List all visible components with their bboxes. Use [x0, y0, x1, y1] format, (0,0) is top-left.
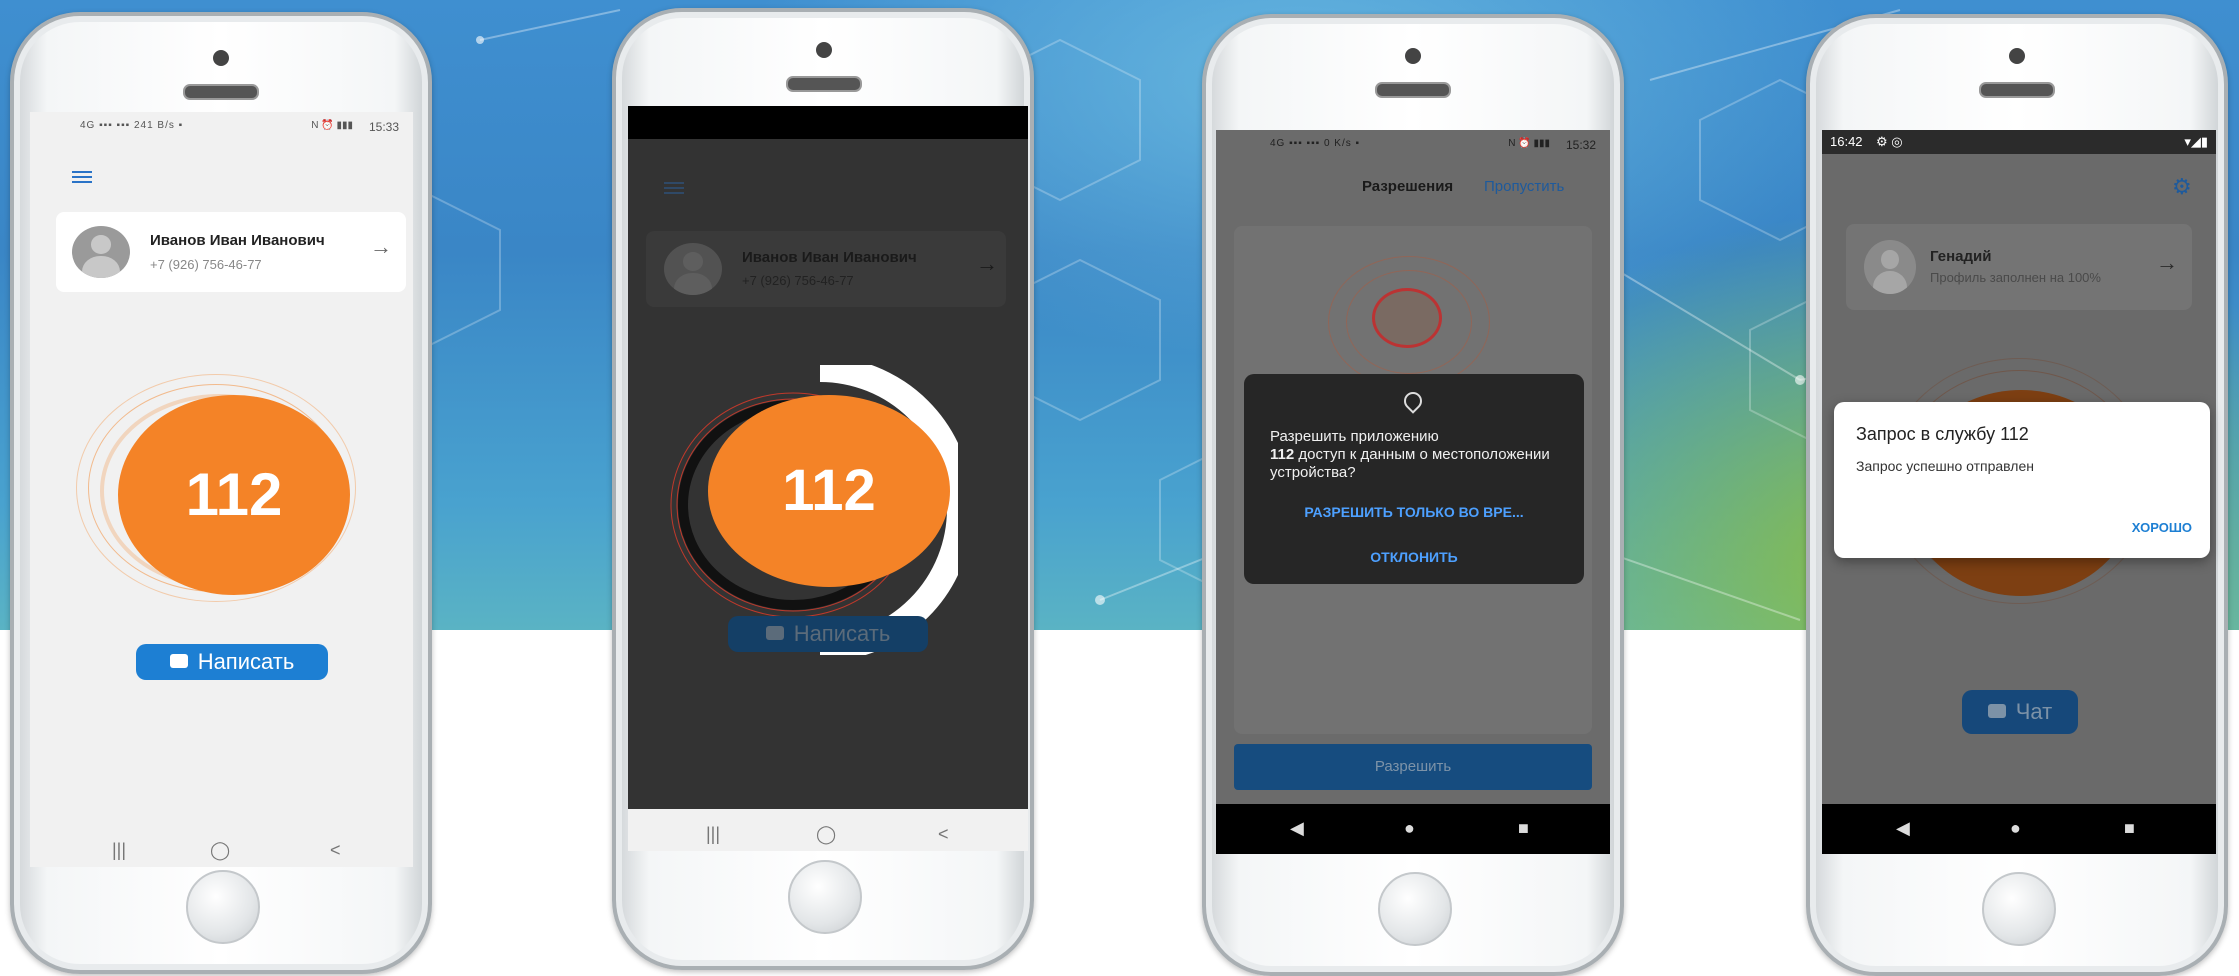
- location-permission-dialog: Разрешить приложению 112 доступ к данным…: [1244, 374, 1584, 584]
- front-camera: [816, 42, 832, 58]
- hardware-home-button[interactable]: [788, 860, 862, 934]
- status-bar: 4G ▪▪▪ ▪▪▪ 241 B/s ▪ N ⏰ ▮▮▮ 15:33: [30, 118, 413, 136]
- phone-1-screen: 4G ▪▪▪ ▪▪▪ 241 B/s ▪ N ⏰ ▮▮▮ 15:33 Ивано…: [30, 112, 413, 867]
- allow-button[interactable]: Разрешить: [1234, 744, 1592, 790]
- sos-112-button[interactable]: 112: [708, 395, 950, 587]
- ok-button[interactable]: ХОРОШО: [2132, 520, 2192, 535]
- hamburger-menu-icon[interactable]: [664, 179, 684, 197]
- recent-apps-icon[interactable]: ■: [2124, 818, 2135, 839]
- chat-icon: [169, 654, 188, 669]
- status-icons: 4G ▪▪▪ ▪▪▪ 241 B/s ▪: [80, 120, 184, 131]
- top-black-bar: [628, 106, 1028, 139]
- avatar: [664, 243, 722, 295]
- dialog-message: Разрешить приложению 112 доступ к данным…: [1270, 428, 1570, 482]
- deny-button[interactable]: ОТКЛОНИТЬ: [1244, 549, 1584, 565]
- profile-card[interactable]: Иванов Иван Иванович +7 (926) 756-46-77 …: [646, 231, 1006, 307]
- status-right-icons: N ⏰ ▮▮▮: [1508, 138, 1550, 149]
- write-button[interactable]: Написать: [728, 616, 928, 652]
- profile-name: Генадий: [1930, 248, 1992, 265]
- front-camera: [2009, 48, 2025, 64]
- allow-while-using-button[interactable]: РАЗРЕШИТЬ ТОЛЬКО ВО ВРЕ...: [1244, 504, 1584, 520]
- status-bar: 4G ▪▪▪ ▪▪▪ 0 K/s ▪ N ⏰ ▮▮▮ 15:32: [1216, 136, 1610, 154]
- profile-card[interactable]: Иванов Иван Иванович +7 (926) 756-46-77 …: [56, 212, 406, 292]
- earpiece-speaker: [1979, 82, 2055, 98]
- chat-button-label: Чат: [2015, 699, 2053, 724]
- arrow-right-icon: →: [370, 234, 392, 259]
- dialog-app-name: 112: [1270, 446, 1295, 463]
- dialog-text-suffix: доступ к данным о местоположении устройс…: [1270, 446, 1550, 481]
- back-icon[interactable]: ◀: [1896, 818, 1910, 839]
- write-button-label: Написать: [197, 649, 295, 674]
- tab-permissions[interactable]: Разрешения: [1362, 178, 1453, 195]
- recent-apps-icon[interactable]: |||: [112, 840, 126, 861]
- request-sent-dialog: Запрос в службу 112 Запрос успешно отпра…: [1834, 402, 2210, 558]
- dialog-message: Запрос успешно отправлен: [1856, 458, 2034, 474]
- phone-2-screen: Иванов Иван Иванович +7 (926) 756-46-77 …: [628, 106, 1028, 851]
- write-button[interactable]: Написать: [136, 644, 328, 680]
- back-icon[interactable]: ◀: [1290, 818, 1304, 839]
- earpiece-speaker: [1375, 82, 1451, 98]
- chat-icon: [1987, 704, 2006, 719]
- back-icon[interactable]: <: [330, 840, 341, 861]
- hardware-home-button[interactable]: [1378, 872, 1452, 946]
- location-pin-icon: [1400, 388, 1426, 414]
- avatar: [1864, 240, 1916, 294]
- earpiece-speaker: [786, 76, 862, 92]
- settings-status-icon: ⚙ ◎: [1876, 134, 1903, 149]
- gear-icon[interactable]: ⚙: [2172, 174, 2192, 200]
- phone-1: 4G ▪▪▪ ▪▪▪ 241 B/s ▪ N ⏰ ▮▮▮ 15:33 Ивано…: [10, 12, 432, 974]
- profile-card[interactable]: Генадий Профиль заполнен на 100% →: [1846, 224, 2192, 310]
- status-time: 15:32: [1565, 138, 1596, 152]
- home-icon[interactable]: ●: [2010, 818, 2021, 839]
- recent-apps-icon[interactable]: ■: [1518, 818, 1529, 839]
- status-bar: 16:42 ⚙ ◎ ▾◢▮: [1822, 130, 2216, 154]
- hamburger-menu-icon[interactable]: [72, 168, 92, 186]
- avatar: [72, 226, 130, 278]
- hardware-home-button[interactable]: [1982, 872, 2056, 946]
- front-camera: [213, 50, 229, 66]
- profile-name: Иванов Иван Иванович: [150, 232, 325, 249]
- android-nav-bar: ◀ ● ■: [1216, 804, 1610, 854]
- phone-2: Иванов Иван Иванович +7 (926) 756-46-77 …: [612, 8, 1034, 970]
- status-icons: 4G ▪▪▪ ▪▪▪ 0 K/s ▪: [1270, 138, 1361, 149]
- arrow-right-icon: →: [2156, 250, 2178, 275]
- earpiece-speaker: [183, 84, 259, 100]
- home-icon[interactable]: ◯: [816, 824, 836, 845]
- profile-phone: +7 (926) 756-46-77: [150, 257, 262, 272]
- dialog-text-prefix: Разрешить приложению: [1270, 428, 1439, 445]
- profile-subtitle: Профиль заполнен на 100%: [1930, 270, 2101, 285]
- battery-signal-icons: ▾◢▮: [2184, 134, 2208, 149]
- home-icon[interactable]: ●: [1404, 818, 1415, 839]
- location-search-icon: [1372, 288, 1442, 348]
- dimmed-overlay: Иванов Иван Иванович +7 (926) 756-46-77 …: [628, 139, 1028, 809]
- home-icon[interactable]: ◯: [210, 840, 230, 861]
- chat-icon: [765, 626, 784, 641]
- sos-112-button[interactable]: 112: [118, 395, 350, 595]
- profile-phone: +7 (926) 756-46-77: [742, 273, 854, 288]
- status-time: 16:42: [1830, 134, 1863, 149]
- status-time: 15:33: [368, 120, 399, 134]
- tab-skip[interactable]: Пропустить: [1484, 178, 1564, 195]
- chat-button[interactable]: Чат: [1962, 690, 2078, 734]
- write-button-label: Написать: [793, 621, 891, 646]
- profile-name: Иванов Иван Иванович: [742, 249, 917, 266]
- hardware-home-button[interactable]: [186, 870, 260, 944]
- phone-4: 16:42 ⚙ ◎ ▾◢▮ ⚙ Генадий Профиль заполнен…: [1806, 14, 2228, 976]
- back-icon[interactable]: <: [938, 824, 949, 845]
- phone-3-screen: 4G ▪▪▪ ▪▪▪ 0 K/s ▪ N ⏰ ▮▮▮ 15:32 Разреше…: [1216, 130, 1610, 854]
- phone-3: 4G ▪▪▪ ▪▪▪ 0 K/s ▪ N ⏰ ▮▮▮ 15:32 Разреше…: [1202, 14, 1624, 976]
- front-camera: [1405, 48, 1421, 64]
- dialog-title: Запрос в службу 112: [1856, 424, 2029, 444]
- status-right-icons: N ⏰ ▮▮▮: [311, 120, 353, 131]
- android-nav-bar: ◀ ● ■: [1822, 804, 2216, 854]
- arrow-right-icon: →: [976, 251, 998, 276]
- recent-apps-icon[interactable]: |||: [706, 824, 720, 845]
